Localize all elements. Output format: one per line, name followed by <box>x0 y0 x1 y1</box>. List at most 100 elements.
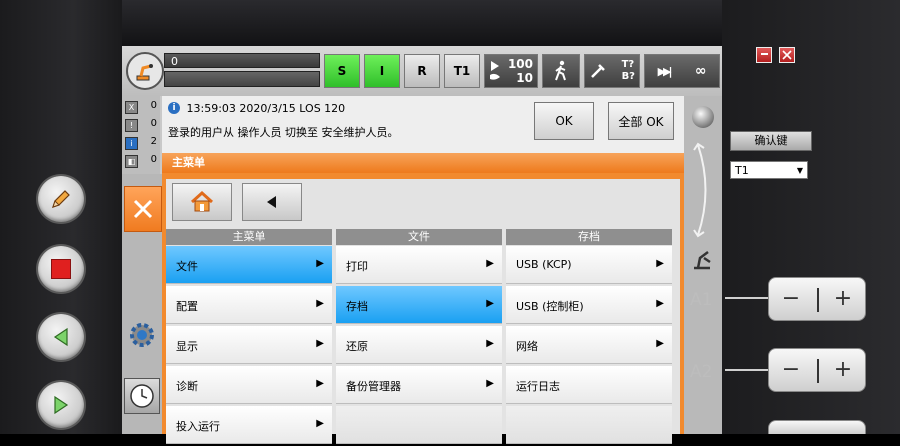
menu-item-usb-kcp[interactable]: USB (KCP) ▶ <box>506 246 672 284</box>
operating-mode-value: T1 <box>735 164 749 177</box>
override-button[interactable]: 100 10 <box>484 54 538 88</box>
edit-hardware-button[interactable] <box>38 176 84 222</box>
operating-mode-select[interactable]: T1 ▼ <box>730 161 808 179</box>
home-button[interactable] <box>172 183 232 221</box>
menu-item-usb-cabinet[interactable]: USB (控制柜) ▶ <box>506 286 672 324</box>
stop-icon <box>51 259 71 279</box>
menu-item-label: 文件 <box>176 260 198 273</box>
menu-item-label: 配置 <box>176 300 198 313</box>
menu-item-archive[interactable]: 存档 ▶ <box>336 286 502 324</box>
menu-item-label: 诊断 <box>176 380 198 393</box>
globe-button[interactable] <box>692 106 714 128</box>
robot-logo-button[interactable] <box>126 52 164 90</box>
run-backward-button[interactable] <box>38 314 84 360</box>
menu-item-diagnosis[interactable]: 诊断 ▶ <box>166 366 332 404</box>
menu-item-restore[interactable]: 还原 ▶ <box>336 326 502 364</box>
menu-item-startup[interactable]: 投入运行 ▶ <box>166 406 332 444</box>
jog-plus-button-a1[interactable]: + <box>821 278 865 322</box>
ok-label: OK <box>555 114 573 128</box>
operating-mode-button[interactable]: T1 <box>444 54 480 88</box>
jog-arc-icon <box>693 142 707 238</box>
submenu-arrow-icon: ▶ <box>486 338 494 349</box>
message-counters[interactable]: X0 ! 0 i2 ◧ 0 <box>122 96 160 174</box>
gear-button[interactable] <box>125 318 159 352</box>
play-backward-icon <box>53 327 68 347</box>
message-time: 13:59:03 2020/3/15 LOS 120 <box>186 101 346 115</box>
menu-item-runlog[interactable]: 运行日志 <box>506 366 672 404</box>
submenu-arrow-icon: ▶ <box>656 298 664 309</box>
close-icon <box>133 199 153 219</box>
column-header-archive: 存档 <box>506 229 672 245</box>
submenu-arrow-icon: ▶ <box>316 418 324 429</box>
axis-label-a1: A1 <box>690 290 713 310</box>
ack-icon: X <box>125 101 138 114</box>
message-timestamp-line: i 13:59:03 2020/3/15 LOS 120 <box>168 101 345 115</box>
menu-column-main: 文件 ▶ 配置 ▶ 显示 ▶ 诊断 ▶ 投入运行 ▶ <box>166 246 332 446</box>
main-menu-body: 主菜单 文件 存档 文件 ▶ 配置 ▶ 显示 ▶ 诊断 ▶ 投入运行 ▶ 打印 ▶ 存档 ▶ … <box>166 179 680 444</box>
submenu-arrow-icon: ▶ <box>316 258 324 269</box>
r-label: R <box>417 64 427 78</box>
tool-base-button[interactable]: T? B? <box>584 54 640 88</box>
menu-item-file[interactable]: 文件 ▶ <box>166 246 332 284</box>
robot-interpreter-button[interactable]: R <box>404 54 440 88</box>
submit-interpreter-button[interactable]: S <box>324 54 360 88</box>
close-menu-button[interactable] <box>124 186 162 232</box>
run-forward-button[interactable] <box>38 382 84 428</box>
submenu-arrow-icon: ▶ <box>316 378 324 389</box>
ok-button[interactable]: OK <box>534 102 594 140</box>
menu-item-config[interactable]: 配置 ▶ <box>166 286 332 324</box>
confirm-key-button[interactable]: 确认键 <box>730 131 812 151</box>
jog-keys-a3-partial <box>768 420 866 434</box>
stop-hardware-button[interactable] <box>38 246 84 292</box>
pencil-icon <box>52 190 70 208</box>
menu-item-print[interactable]: 打印 ▶ <box>336 246 502 284</box>
t1-label: T1 <box>453 64 471 78</box>
column-header-main: 主菜单 <box>166 229 332 245</box>
drives-button[interactable]: I <box>364 54 400 88</box>
override-icon <box>490 61 500 80</box>
ack-count: 0 <box>150 100 157 111</box>
message-window: i 13:59:03 2020/3/15 LOS 120 登录的用户从 操作人员… <box>162 96 684 154</box>
pendant-shell: 0 S I R T1 100 10 T? B? ▶▶| ∞ X 0 ! 0 i … <box>0 0 900 444</box>
clock-icon <box>130 384 154 408</box>
state-icon: ! <box>125 119 138 132</box>
column-header-file: 文件 <box>336 229 502 245</box>
smartpad-screen: 0 S I R T1 100 10 T? B? ▶▶| ∞ X 0 ! 0 i … <box>122 46 722 444</box>
submenu-arrow-icon: ▶ <box>316 338 324 349</box>
ack-message-count: X0 <box>125 100 159 114</box>
tool-base-text: T? B? <box>621 59 635 82</box>
menu-item-label: 还原 <box>346 340 368 353</box>
jog-keys-a1: − + <box>768 277 866 321</box>
program-bar-secondary <box>164 71 320 87</box>
dialog-count: 0 <box>150 154 157 165</box>
close-icon <box>782 50 792 60</box>
menu-item-label: 存档 <box>346 300 368 313</box>
state-message-count: ! 0 <box>125 118 159 132</box>
back-button[interactable] <box>242 183 302 221</box>
jog-minus-button-a1[interactable]: − <box>769 278 813 322</box>
all-ok-button[interactable]: 全部 OK <box>608 102 674 140</box>
tool-icon <box>591 64 605 78</box>
submenu-arrow-icon: ▶ <box>486 258 494 269</box>
status-bar: 0 S I R T1 100 10 T? B? ▶▶| ∞ <box>122 46 722 96</box>
submenu-arrow-icon: ▶ <box>486 298 494 309</box>
program-progress[interactable]: 0 <box>164 53 320 87</box>
axis-label-a2: A2 <box>690 362 713 382</box>
clock-button[interactable] <box>124 378 160 414</box>
menu-item-backup-manager[interactable]: 备份管理器 ▶ <box>336 366 502 404</box>
jog-minus-button-a2[interactable]: − <box>769 349 813 393</box>
jog-plus-button-a2[interactable]: + <box>821 349 865 393</box>
window-close-button[interactable] <box>779 47 795 63</box>
chevron-down-icon: ▼ <box>796 166 803 175</box>
menu-item-label: 显示 <box>176 340 198 353</box>
menu-item-display[interactable]: 显示 ▶ <box>166 326 332 364</box>
message-text: 登录的用户从 操作人员 切换至 安全维护人员。 <box>168 126 399 139</box>
all-ok-label: 全部 OK <box>618 114 664 129</box>
run-mode-button[interactable]: ▶▶| ∞ <box>644 54 720 88</box>
info-icon: i <box>168 102 180 114</box>
override-bottom: 10 <box>516 71 533 85</box>
jog-mode-button[interactable] <box>542 54 580 88</box>
minimize-button[interactable] <box>756 47 772 63</box>
menu-item-network[interactable]: 网络 ▶ <box>506 326 672 364</box>
walking-person-icon <box>555 60 566 81</box>
